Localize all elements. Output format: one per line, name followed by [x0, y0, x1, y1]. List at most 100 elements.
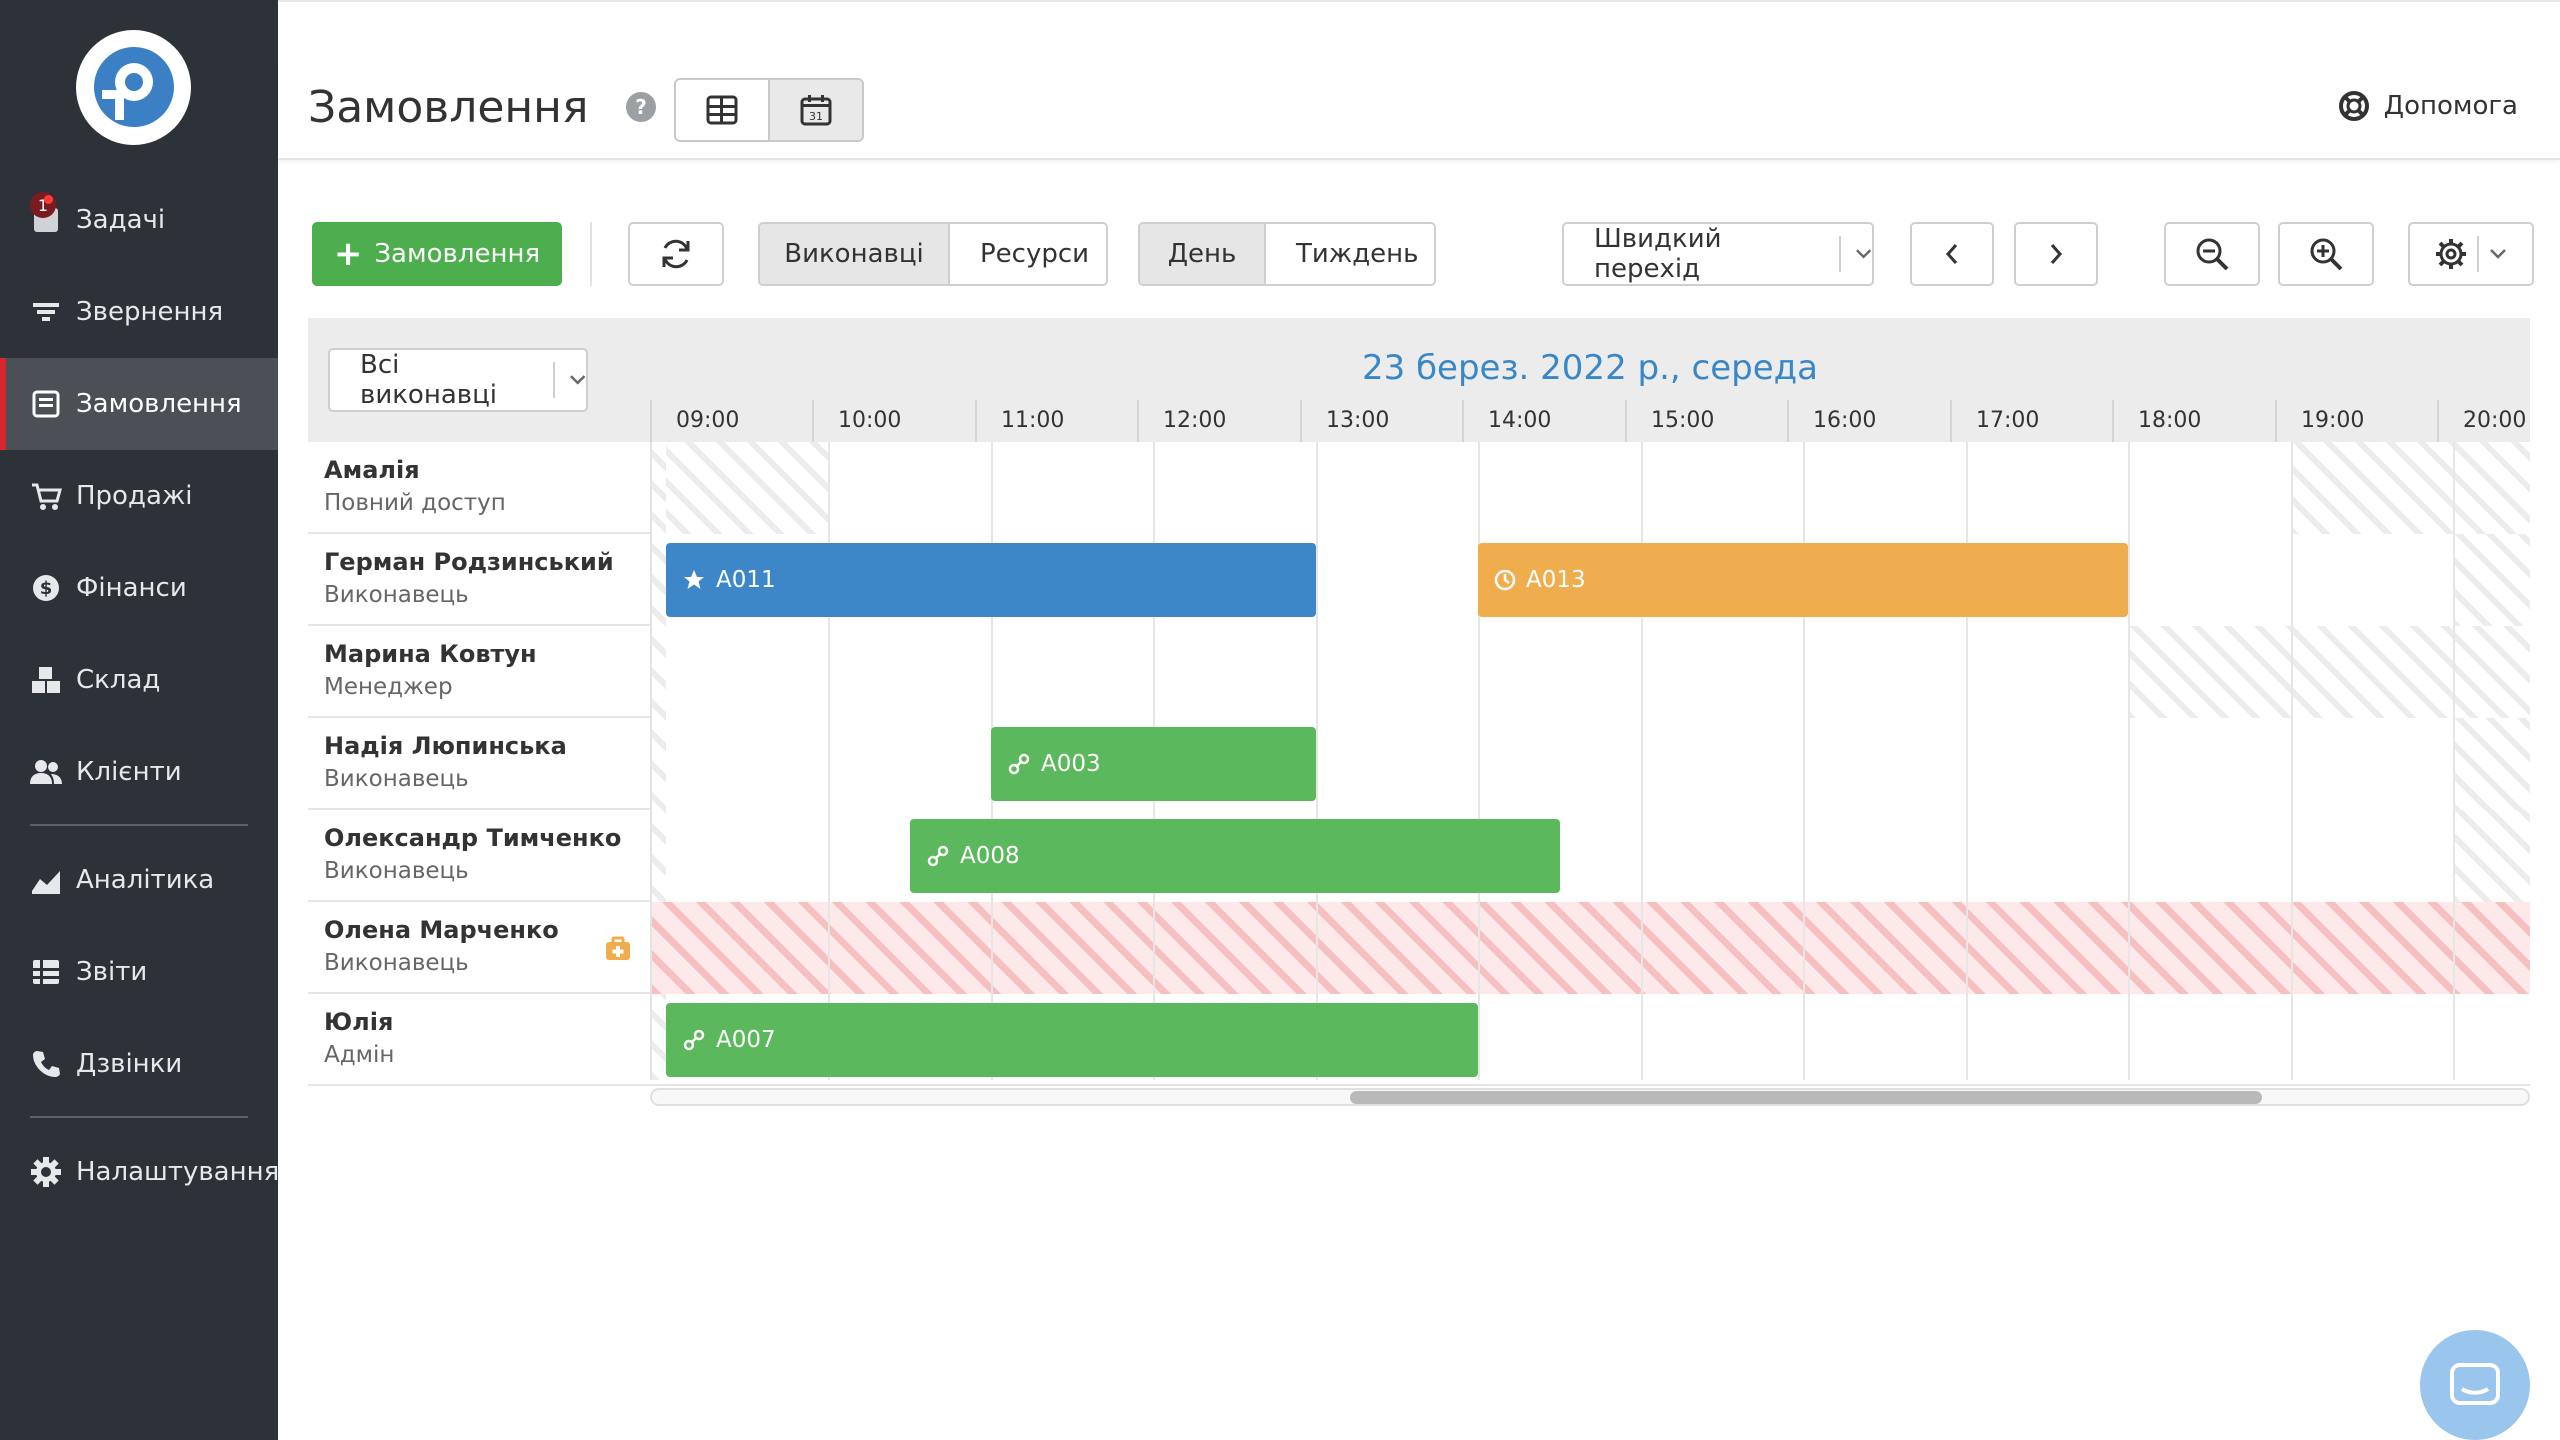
- table-icon: [706, 95, 738, 125]
- resource-role: Виконавець: [324, 766, 469, 792]
- lifebuoy-icon: [2338, 91, 2369, 121]
- order-event-a008[interactable]: A008: [910, 819, 1560, 893]
- table-view-button[interactable]: [676, 80, 768, 140]
- hour-gridline: [1641, 442, 1643, 1080]
- resource-name: Герман Родзинський: [324, 548, 614, 576]
- sidebar-item-label: Налаштування: [76, 1157, 280, 1187]
- resource-name: Олена Марченко: [324, 916, 559, 944]
- resource-role: Повний доступ: [324, 490, 506, 516]
- hour-label: 18:00: [2112, 400, 2201, 442]
- sidebar-item-requests[interactable]: Звернення: [0, 266, 278, 358]
- warehouse-icon: [28, 662, 64, 698]
- refresh-button[interactable]: [628, 222, 724, 286]
- hour-gridline: [1803, 442, 1805, 1080]
- zoom-out-icon: [2196, 238, 2229, 271]
- sidebar-item-calls[interactable]: Дзвінки: [0, 1018, 278, 1110]
- chevron-right-icon: [2050, 244, 2063, 264]
- scrollbar-thumb[interactable]: [1350, 1091, 2262, 1104]
- resource-cell: Марина Ковтун Менеджер: [308, 626, 650, 718]
- chevron-down-icon: [569, 375, 585, 385]
- hour-label: 16:00: [1787, 400, 1876, 442]
- dropdown-separator: [2477, 236, 2479, 272]
- dropdown-separator: [552, 362, 555, 398]
- date-title[interactable]: 23 берез. 2022 р., середа: [650, 348, 2530, 388]
- svg-text:$: $: [40, 578, 53, 599]
- sidebar-item-finance[interactable]: $ Фінанси: [0, 542, 278, 634]
- previous-day-button[interactable]: [1910, 222, 1994, 286]
- calendar-view-button[interactable]: 31: [768, 80, 862, 140]
- sidebar-item-analytics[interactable]: Аналітика: [0, 834, 278, 926]
- resource-column-header: Всі виконавці: [308, 318, 650, 442]
- resource-role: Виконавець: [324, 858, 469, 884]
- sidebar-divider: [30, 1116, 248, 1118]
- resource-role: Виконавець: [324, 950, 469, 976]
- sidebar-item-sales[interactable]: Продажі: [0, 450, 278, 542]
- hour-gridline: [1966, 442, 1968, 1080]
- sidebar-item-label: Дзвінки: [76, 1049, 183, 1079]
- sidebar-item-label: Склад: [76, 665, 161, 695]
- dropdown-separator: [1838, 236, 1841, 272]
- group-by-executors[interactable]: Виконавці: [760, 224, 948, 284]
- order-event-a007[interactable]: A007: [666, 1003, 1478, 1077]
- order-id: A007: [716, 1027, 776, 1053]
- help-link[interactable]: Допомога: [2338, 90, 2518, 122]
- chevron-left-icon: [1945, 244, 1958, 264]
- help-label: Допомога: [2383, 91, 2518, 121]
- hour-gridline: [2453, 442, 2455, 1080]
- orders-icon: [28, 386, 64, 422]
- group-by-resources[interactable]: Ресурси: [948, 224, 1106, 284]
- hour-label: 15:00: [1625, 400, 1714, 442]
- link-icon: [927, 845, 949, 867]
- hour-label: 19:00: [2275, 400, 2364, 442]
- next-day-button[interactable]: [2014, 222, 2098, 286]
- plus-icon: +: [333, 234, 363, 274]
- sidebar-item-orders[interactable]: Замовлення: [0, 358, 278, 450]
- zoom-in-button[interactable]: [2278, 222, 2374, 286]
- zoom-out-button[interactable]: [2164, 222, 2260, 286]
- sidebar-item-clients[interactable]: Клієнти: [0, 726, 278, 818]
- notification-badge: 1: [30, 192, 56, 218]
- quick-jump-dropdown[interactable]: Швидкий перехід: [1562, 222, 1874, 286]
- chat-widget-button[interactable]: [2420, 1330, 2530, 1440]
- group-by-toggle: Виконавці Ресурси: [758, 222, 1108, 286]
- order-id: A003: [1041, 751, 1101, 777]
- day-off-row: [652, 902, 2530, 994]
- quick-jump-label: Швидкий перехід: [1594, 224, 1722, 284]
- sidebar-item-label: Звернення: [76, 297, 224, 327]
- sidebar-item-label: Замовлення: [76, 389, 242, 419]
- timeline-grid[interactable]: A011 A013 A003 A008 A007: [650, 442, 2530, 1080]
- resource-name: Марина Ковтун: [324, 640, 537, 668]
- hour-label: 09:00: [650, 400, 739, 442]
- chevron-down-icon: [2490, 249, 2506, 259]
- order-id: A013: [1526, 567, 1586, 593]
- executor-filter-dropdown[interactable]: Всі виконавці: [328, 348, 588, 412]
- non-working-hours: [2453, 810, 2530, 902]
- app-logo[interactable]: [76, 30, 191, 145]
- sidebar-item-warehouse[interactable]: Склад: [0, 634, 278, 726]
- period-week[interactable]: Тиждень: [1264, 224, 1434, 284]
- add-order-button[interactable]: + Замовлення: [312, 222, 562, 286]
- sidebar-item-label: Продажі: [76, 481, 193, 511]
- dollar-icon: $: [28, 570, 64, 606]
- non-working-hours: [2128, 626, 2530, 718]
- horizontal-scrollbar[interactable]: [650, 1088, 2530, 1106]
- sidebar-item-reports[interactable]: Звіти: [0, 926, 278, 1018]
- order-id: A011: [716, 567, 776, 593]
- sidebar: 1 Задачі Звернення Замовлення Продажі $ …: [0, 0, 280, 1440]
- order-event-a011[interactable]: A011: [666, 543, 1316, 617]
- view-mode-toggle: 31: [674, 78, 864, 142]
- hour-label: 13:00: [1300, 400, 1389, 442]
- non-working-hours: [2453, 534, 2530, 626]
- gear-icon: [2436, 239, 2466, 269]
- users-icon: [28, 754, 64, 790]
- help-question-icon[interactable]: ?: [626, 92, 656, 122]
- sidebar-item-settings[interactable]: Налаштування: [0, 1126, 280, 1218]
- settings-dropdown[interactable]: [2408, 222, 2534, 286]
- order-event-a003[interactable]: A003: [991, 727, 1316, 801]
- order-event-a013[interactable]: A013: [1478, 543, 2128, 617]
- cart-icon: [28, 478, 64, 514]
- sidebar-item-tasks[interactable]: 1 Задачі: [0, 174, 278, 266]
- scheduler-header: Всі виконавці 23 берез. 2022 р., середа …: [308, 318, 2530, 442]
- sidebar-item-label: Клієнти: [76, 757, 182, 787]
- period-day[interactable]: День: [1140, 224, 1264, 284]
